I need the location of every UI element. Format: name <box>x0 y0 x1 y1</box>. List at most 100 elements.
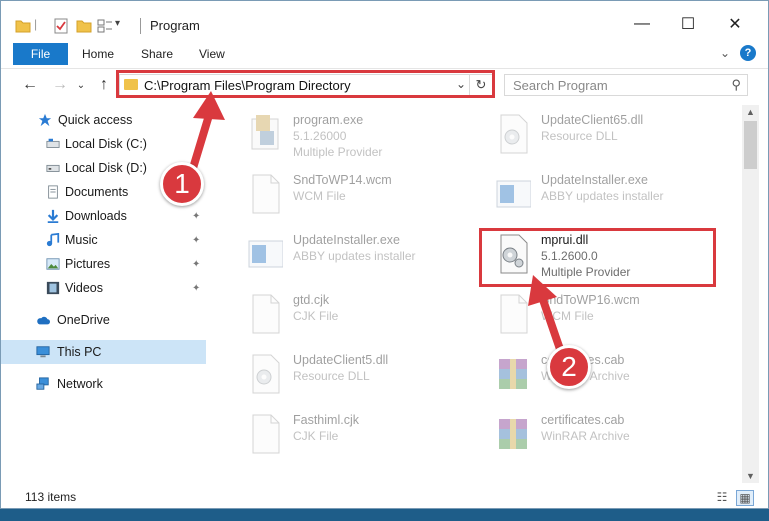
search-placeholder: Search Program <box>513 78 608 93</box>
scroll-thumb[interactable] <box>744 121 757 169</box>
sidebar-item-label: Network <box>57 377 103 391</box>
minimize-button[interactable]: — <box>619 9 665 39</box>
up-button[interactable]: ↑ <box>94 75 114 95</box>
sidebar-item-pictures[interactable]: Pictures ✦ <box>1 252 206 276</box>
file-item[interactable]: UpdateClient65.dll Resource DLL <box>479 109 719 163</box>
sidebar-item-label: OneDrive <box>57 313 110 327</box>
status-bar: 113 items ☷ ▦ <box>1 485 768 508</box>
item-count: 113 items <box>25 490 77 504</box>
navigation-pane: Quick access Local Disk (C:) Local Disk … <box>1 105 206 483</box>
file-description: Multiple Provider <box>293 145 383 159</box>
sidebar-item-label: This PC <box>57 345 102 359</box>
close-button[interactable]: ✕ <box>712 9 758 39</box>
forward-button[interactable]: → <box>50 75 70 95</box>
file-item[interactable]: UpdateInstaller.exe ABBY updates install… <box>231 229 471 283</box>
sidebar-item-music[interactable]: Music ✦ <box>1 228 206 252</box>
folder-icon <box>15 20 31 33</box>
scroll-up-icon[interactable]: ▲ <box>742 105 759 119</box>
dll-icon <box>500 114 528 154</box>
window-title: Program <box>150 18 200 33</box>
sidebar-item-label: Pictures <box>65 257 111 271</box>
mprui-highlight-box <box>479 228 716 287</box>
sidebar-item-this-pc[interactable]: This PC <box>1 340 206 364</box>
file-item[interactable]: gtd.cjk CJK File <box>231 289 471 343</box>
help-icon[interactable]: ? <box>740 45 756 61</box>
desktop-background <box>0 509 769 521</box>
sidebar-item-local-disk-c[interactable]: Local Disk (C:) <box>1 132 206 156</box>
tab-view[interactable]: View <box>199 47 225 61</box>
scroll-down-icon[interactable]: ▼ <box>742 469 759 483</box>
tab-file[interactable]: File <box>13 43 68 65</box>
file-name: UpdateInstaller.exe <box>293 233 401 247</box>
file-item[interactable]: Fasthiml.cjk CJK File <box>231 409 471 463</box>
file-name: SndToWP14.wcm <box>293 173 392 187</box>
file-item[interactable]: SndToWP14.wcm WCM File <box>231 169 471 223</box>
vertical-scrollbar[interactable]: ▲ ▼ <box>742 105 759 483</box>
file-item[interactable]: SndToWP16.wcm WCM File <box>479 289 719 343</box>
installer-icon <box>496 180 531 208</box>
search-icon[interactable]: ⚲ <box>731 77 741 93</box>
file-type: Resource DLL <box>541 129 618 143</box>
expand-ribbon-icon[interactable]: ⌄ <box>717 45 733 61</box>
file-name: program.exe <box>293 113 364 127</box>
sidebar-item-label: Downloads <box>65 209 127 223</box>
generic-file-icon <box>252 294 280 334</box>
sidebar-item-quick-access[interactable]: Quick access <box>1 108 206 132</box>
search-input[interactable]: Search Program ⚲ <box>504 74 748 96</box>
ribbon-tabs: File Home Share View ⌄ ? <box>1 43 768 65</box>
tab-home[interactable]: Home <box>82 47 114 61</box>
address-highlight-box <box>116 70 495 98</box>
maximize-button[interactable]: ☐ <box>665 9 711 39</box>
file-item[interactable]: program.exe 5.1.26000 Multiple Provider <box>231 109 471 163</box>
network-icon <box>36 377 49 390</box>
documents-icon <box>48 185 58 199</box>
large-icons-view-icon[interactable]: ▦ <box>736 490 754 506</box>
exe-icon <box>251 115 279 150</box>
tab-share[interactable]: Share <box>141 47 173 61</box>
generic-file-icon <box>252 414 280 454</box>
file-type: ABBY updates installer <box>293 249 416 263</box>
recent-locations-button[interactable]: ⌄ <box>71 75 91 95</box>
sidebar-item-network[interactable]: Network <box>1 372 206 396</box>
star-icon <box>38 113 52 127</box>
file-item[interactable]: certificates.cab WinRAR Archive <box>479 409 719 463</box>
music-icon <box>46 233 60 247</box>
chevron-down-icon[interactable]: ▾ <box>115 18 120 29</box>
dll-icon <box>252 354 280 394</box>
explorer-window: | ▾ Program — ☐ ✕ File Home Share View ⌄… <box>0 0 769 509</box>
details-view-icon[interactable]: ☷ <box>714 490 730 504</box>
archive-icon <box>499 359 527 389</box>
file-item[interactable]: UpdateInstaller.exe ABBY updates install… <box>479 169 719 223</box>
title-bar: | ▾ Program — ☐ ✕ <box>1 1 768 43</box>
callout-one: 1 <box>160 162 204 206</box>
sidebar-item-label: Local Disk (C:) <box>65 137 147 151</box>
back-button[interactable]: ← <box>20 75 40 95</box>
file-type: Resource DLL <box>293 369 370 383</box>
download-icon <box>47 209 59 223</box>
file-list: program.exe 5.1.26000 Multiple Provider … <box>216 105 741 483</box>
sidebar-item-onedrive[interactable]: OneDrive <box>1 308 206 332</box>
file-type: WCM File <box>541 309 594 323</box>
properties-icon[interactable] <box>53 18 69 34</box>
file-name: UpdateClient65.dll <box>541 113 644 127</box>
customize-toolbar-icon[interactable] <box>97 18 113 34</box>
sidebar-item-videos[interactable]: Videos ✦ <box>1 276 206 300</box>
cloud-icon <box>37 316 50 325</box>
new-folder-icon[interactable] <box>76 18 92 34</box>
computer-icon <box>36 346 50 358</box>
file-type: WCM File <box>293 189 346 203</box>
file-name: UpdateInstaller.exe <box>541 173 649 187</box>
file-item[interactable]: UpdateClient5.dll Resource DLL <box>231 349 471 403</box>
pin-icon[interactable]: ✦ <box>192 283 200 294</box>
generic-file-icon <box>252 174 280 214</box>
videos-icon <box>46 281 60 295</box>
file-name: SndToWP16.wcm <box>541 293 640 307</box>
pin-icon[interactable]: ✦ <box>192 211 200 222</box>
file-type: CJK File <box>293 309 339 323</box>
file-item[interactable]: certificates.cab WinRAR Archive <box>479 349 719 403</box>
sidebar-item-label: Documents <box>65 185 129 199</box>
sidebar-item-downloads[interactable]: Downloads ✦ <box>1 204 206 228</box>
pin-icon[interactable]: ✦ <box>192 235 200 246</box>
pin-icon[interactable]: ✦ <box>192 259 200 270</box>
sidebar-item-label: Music <box>65 233 98 247</box>
